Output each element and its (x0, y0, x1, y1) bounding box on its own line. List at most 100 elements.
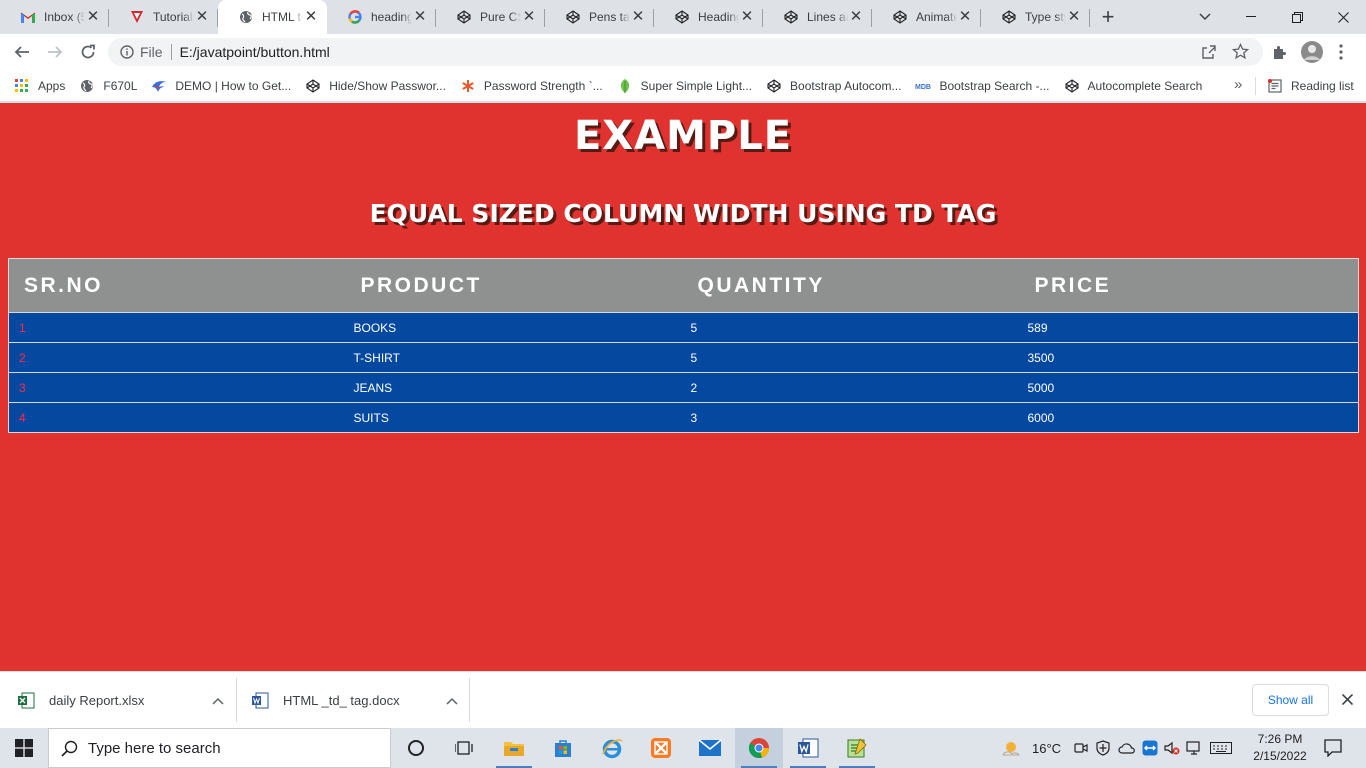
codepen-icon (565, 9, 581, 25)
tab-type-style[interactable]: Type sty ✕ (981, 0, 1090, 34)
new-tab-button[interactable]: + (1090, 0, 1126, 34)
tab-lines[interactable]: Lines an ✕ (763, 0, 872, 34)
close-icon[interactable]: ✕ (957, 9, 973, 25)
bookmark-label: Super Simple Light... (640, 78, 753, 93)
menu-icon[interactable] (1339, 44, 1343, 63)
asterisk-icon (460, 78, 476, 94)
tab-tutorials[interactable]: Tutorials ✕ (109, 0, 218, 34)
close-icon[interactable]: ✕ (739, 9, 755, 25)
close-icon[interactable]: ✕ (303, 9, 319, 25)
bookmark-autocomplete-search[interactable]: Autocomplete Search (1057, 72, 1210, 100)
tab-animate[interactable]: Animate ✕ (872, 0, 981, 34)
tab-html-td[interactable]: HTML to ✕ (218, 0, 327, 34)
bookmark-super-simple-light[interactable]: Super Simple Light... (610, 72, 759, 100)
page-content: EXAMPLE EQUAL SIZED COLUMN WIDTH USING T… (0, 103, 1366, 671)
codepen-icon (456, 9, 472, 25)
bookmark-bootstrap-autocomplete[interactable]: Bootstrap Autocom... (759, 72, 908, 100)
cell-product: T-SHIRT (345, 342, 683, 373)
weather-temperature[interactable]: 16°C (1032, 741, 1061, 756)
info-icon[interactable] (120, 45, 134, 59)
mail-button[interactable] (686, 728, 734, 768)
bookmark-password-strength[interactable]: Password Strength `... (453, 72, 610, 100)
editor-button[interactable] (833, 728, 881, 768)
chevron-up-icon[interactable] (446, 693, 458, 708)
download-item[interactable]: daily Report.xlsx (18, 672, 228, 728)
task-view-button[interactable] (440, 728, 488, 768)
taskbar-search-box[interactable]: Type here to search (48, 728, 391, 768)
bookmark-label: Bootstrap Search -... (939, 78, 1050, 93)
forward-button[interactable] (39, 36, 71, 68)
clock-time: 7:26 PM (1257, 732, 1303, 746)
codepen-icon (783, 9, 799, 25)
file-explorer-button[interactable] (490, 728, 538, 768)
extensions-icon[interactable] (1271, 44, 1287, 63)
codepen-icon (766, 78, 782, 94)
store-icon (555, 740, 571, 757)
back-button[interactable] (6, 36, 38, 68)
bookmark-f670l[interactable]: F670L (72, 72, 144, 100)
cell-product: SUITS (345, 402, 683, 433)
bookmark-apps[interactable]: Apps (0, 72, 72, 100)
tab-title: Pure CSS (480, 10, 521, 24)
chrome-button[interactable] (735, 728, 783, 768)
taskbar-clock[interactable]: 7:26 PM 2/15/2022 (1248, 731, 1312, 765)
share-icon[interactable] (1201, 44, 1217, 63)
notifications-button[interactable] (1310, 728, 1356, 768)
minimize-button[interactable] (1228, 0, 1274, 34)
onedrive-cloud-icon[interactable] (1118, 742, 1136, 754)
tab-heading-google[interactable]: heading ✕ (327, 0, 436, 34)
close-icon[interactable]: ✕ (412, 9, 428, 25)
chevron-up-icon[interactable] (212, 693, 224, 708)
address-bar[interactable]: File E:/javatpoint/button.html (108, 38, 1263, 66)
tab-title: Heading (698, 10, 739, 24)
close-icon[interactable] (1341, 693, 1354, 708)
close-window-button[interactable] (1320, 0, 1366, 34)
restore-button[interactable] (1274, 0, 1320, 34)
xampp-button[interactable] (637, 728, 685, 768)
volume-muted-icon[interactable] (1164, 741, 1180, 755)
more-bookmarks-button[interactable]: » (1234, 76, 1242, 93)
close-icon[interactable]: ✕ (194, 9, 210, 25)
close-icon[interactable]: ✕ (521, 9, 537, 25)
tab-pure-css[interactable]: Pure CSS ✕ (436, 0, 545, 34)
tab-gmail[interactable]: Inbox (5... ✕ (0, 0, 109, 34)
meet-now-icon[interactable] (1074, 741, 1088, 755)
tab-pens-tag[interactable]: Pens tag ✕ (545, 0, 654, 34)
start-button[interactable] (0, 728, 48, 768)
cortana-button[interactable] (392, 728, 440, 768)
security-shield-icon[interactable] (1096, 740, 1110, 756)
close-icon[interactable]: ✕ (85, 9, 101, 25)
address-url[interactable]: E:/javatpoint/button.html (180, 44, 330, 60)
store-button[interactable] (539, 728, 587, 768)
tab-title: Inbox (5... (44, 10, 85, 24)
close-icon[interactable]: ✕ (630, 9, 646, 25)
system-tray: 16°C (1000, 728, 1233, 768)
edge-legacy-button[interactable] (588, 728, 636, 768)
close-icon[interactable]: ✕ (1066, 9, 1082, 25)
cell-product: BOOKS (345, 312, 683, 343)
tab-search-button[interactable] (1182, 0, 1228, 34)
word-button[interactable] (784, 728, 832, 768)
bookmark-hide-show-password[interactable]: Hide/Show Passwor... (298, 72, 453, 100)
network-icon[interactable] (1186, 741, 1202, 755)
bookmark-label: DEMO | How to Get... (175, 78, 292, 93)
windows-logo-icon (15, 739, 33, 757)
download-item[interactable]: HTML _td_ tag.docx (252, 672, 462, 728)
reload-button[interactable] (72, 36, 104, 68)
tab-heading-codepen[interactable]: Heading ✕ (654, 0, 763, 34)
bookmark-demo[interactable]: DEMO | How to Get... (144, 72, 298, 100)
close-icon[interactable]: ✕ (848, 9, 864, 25)
tab-title: Type sty (1025, 10, 1066, 24)
weather-icon[interactable] (1000, 738, 1024, 758)
show-all-button[interactable]: Show all (1252, 684, 1329, 716)
reading-list-button[interactable]: Reading list (1260, 72, 1361, 100)
restore-icon (1291, 11, 1303, 23)
word-file-icon (252, 692, 269, 709)
teamviewer-icon[interactable] (1142, 740, 1158, 756)
avatar[interactable] (1301, 41, 1323, 66)
bookmark-bootstrap-search[interactable]: MDB Bootstrap Search -... (908, 72, 1056, 100)
bookmark-label: Apps (38, 78, 66, 93)
keyboard-icon[interactable] (1210, 742, 1233, 754)
bookmark-label: Hide/Show Passwor... (329, 78, 446, 93)
star-icon[interactable] (1231, 42, 1250, 63)
